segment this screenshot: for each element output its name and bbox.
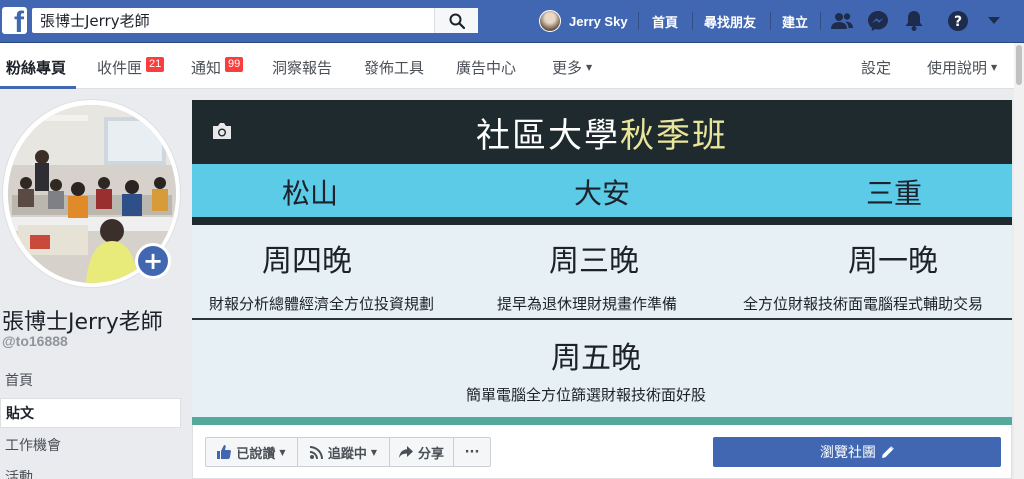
page-action-bar: 已說讚 ▼ 追蹤中 ▼ 分享 ··· 瀏覽社團 [192, 425, 1012, 479]
divider [192, 217, 1012, 225]
tab-publishing-tools[interactable]: 發佈工具 [364, 57, 424, 78]
session-day: 周三晚 [549, 244, 639, 279]
ellipsis-icon: ··· [464, 444, 480, 460]
facebook-logo-icon[interactable]: f [2, 7, 27, 34]
user-name: Jerry Sky [569, 13, 628, 29]
location-label: 三重 [866, 177, 923, 210]
search-icon [449, 13, 465, 29]
active-tab-indicator [0, 86, 76, 89]
tab-page[interactable]: 粉絲專頁 [6, 57, 66, 78]
session-description: 財報分析總體經濟全方位投資規劃 [209, 295, 435, 313]
session-day: 周四晚 [262, 244, 352, 279]
more-options-button[interactable]: ··· [453, 437, 491, 467]
help-icon[interactable]: ? [946, 9, 970, 33]
plus-icon: + [138, 246, 168, 276]
search-box [32, 8, 478, 33]
friend-requests-icon[interactable] [830, 9, 854, 33]
caret-down-icon: ▼ [279, 447, 286, 457]
tab-insights[interactable]: 洞察報告 [272, 57, 332, 78]
avatar [539, 10, 561, 32]
messenger-icon[interactable] [866, 9, 890, 33]
top-navigation-bar: f Jerry Sky 首頁 尋找朋友 建立 ? [0, 0, 1024, 43]
divider [820, 12, 821, 30]
divider [638, 12, 639, 30]
share-icon [398, 446, 413, 458]
divider [770, 12, 771, 30]
thumbs-up-icon [217, 445, 232, 459]
account-menu-chevron-down-icon[interactable] [982, 9, 1006, 33]
tab-notifications[interactable]: 通知 99 [191, 57, 244, 78]
notifications-icon[interactable] [902, 9, 926, 33]
share-button[interactable]: 分享 [389, 437, 454, 467]
tab-ad-center[interactable]: 廣告中心 [456, 57, 516, 78]
page-title: 張博士Jerry老師 [2, 310, 163, 335]
nav-create[interactable]: 建立 [782, 12, 808, 31]
cover-photo[interactable]: 社區大學秋季班 松山 大安 三重 周四晚 財報分析總體經濟全方位投資規劃 周三晚… [192, 100, 1012, 425]
location-label: 大安 [574, 177, 631, 210]
caret-down-icon: ▼ [370, 447, 378, 457]
session-day: 周五晚 [551, 341, 641, 376]
caret-down-icon: ▼ [586, 63, 593, 72]
user-profile-link[interactable]: Jerry Sky [539, 9, 628, 33]
divider [692, 12, 693, 30]
svg-text:?: ? [954, 14, 962, 30]
search-button[interactable] [434, 8, 478, 33]
session-description: 全方位財報技術面電腦程式輔助交易 [743, 295, 984, 313]
sidebar-item-home[interactable]: 首頁 [0, 366, 181, 396]
location-label: 松山 [282, 177, 339, 210]
cover-title: 社區大學秋季班 [476, 116, 728, 156]
notifications-count-badge: 99 [225, 57, 244, 72]
sidebar-item-events[interactable]: 活動 [0, 463, 181, 479]
page-scrollbar[interactable] [1014, 43, 1024, 479]
following-button[interactable]: 追蹤中 ▼ [297, 437, 390, 467]
tab-inbox[interactable]: 收件匣 21 [97, 57, 165, 78]
pencil-icon [882, 446, 894, 458]
sidebar-item-jobs[interactable]: 工作機會 [0, 431, 181, 461]
divider [192, 318, 1012, 320]
cover-footer-strip [192, 417, 1012, 425]
tab-settings[interactable]: 設定 [861, 57, 891, 78]
nav-home[interactable]: 首頁 [652, 12, 678, 31]
page-tabs-bar: 粉絲專頁 收件匣 21 通知 99 洞察報告 發佈工具 廣告中心 更多 ▼ 設定 使用… [0, 43, 1024, 89]
session-day: 周一晚 [848, 244, 938, 279]
session-description: 簡單電腦全方位篩選財報技術面好股 [466, 386, 707, 404]
tab-more[interactable]: 更多 ▼ [552, 57, 592, 78]
session-description: 提早為退休理財規畫作準備 [497, 295, 678, 313]
nav-find-friends[interactable]: 尋找朋友 [704, 12, 756, 31]
sidebar-item-posts[interactable]: 貼文 [0, 398, 181, 428]
browse-groups-button[interactable]: 瀏覽社團 [713, 437, 1001, 467]
caret-down-icon: ▼ [991, 63, 998, 72]
liked-button[interactable]: 已說讚 ▼ [205, 437, 298, 467]
scrollbar-thumb[interactable] [1016, 45, 1022, 85]
inbox-count-badge: 21 [146, 57, 165, 72]
add-profile-photo-button[interactable]: + [135, 243, 171, 279]
page-username[interactable]: @to16888 [2, 333, 68, 349]
search-input[interactable] [32, 8, 432, 33]
tab-help[interactable]: 使用說明 ▼ [927, 57, 997, 78]
rss-icon [309, 445, 323, 459]
